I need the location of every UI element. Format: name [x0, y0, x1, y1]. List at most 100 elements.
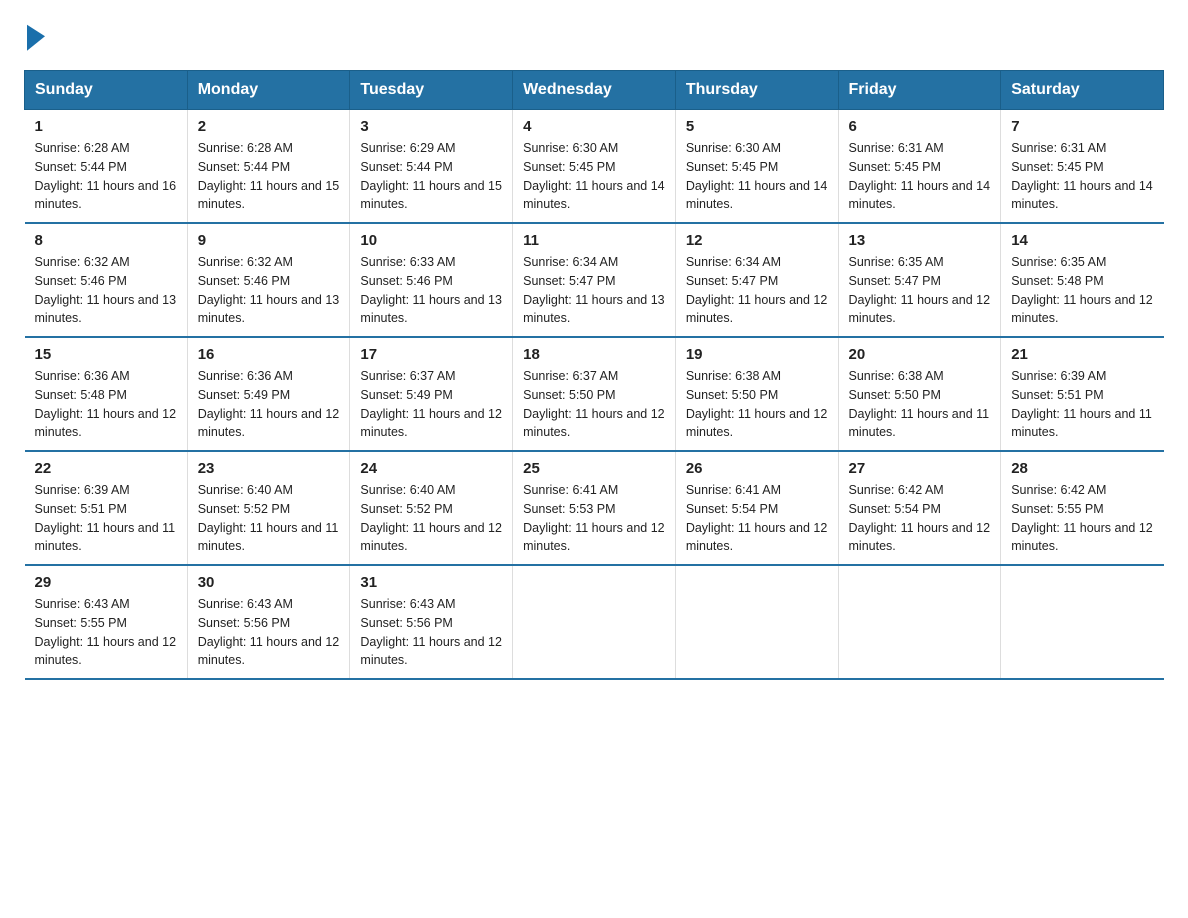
day-info: Sunrise: 6:32 AM Sunset: 5:46 PM Dayligh… [198, 253, 340, 328]
day-info: Sunrise: 6:43 AM Sunset: 5:55 PM Dayligh… [35, 595, 177, 670]
weekday-header-monday: Monday [187, 71, 350, 110]
calendar-cell: 17 Sunrise: 6:37 AM Sunset: 5:49 PM Dayl… [350, 337, 513, 451]
calendar-table: SundayMondayTuesdayWednesdayThursdayFrid… [24, 70, 1164, 680]
calendar-cell [513, 565, 676, 679]
day-number: 26 [686, 460, 828, 477]
weekday-header-wednesday: Wednesday [513, 71, 676, 110]
day-info: Sunrise: 6:39 AM Sunset: 5:51 PM Dayligh… [35, 481, 177, 556]
day-number: 2 [198, 118, 340, 135]
day-number: 13 [849, 232, 991, 249]
day-number: 25 [523, 460, 665, 477]
day-number: 12 [686, 232, 828, 249]
calendar-cell: 5 Sunrise: 6:30 AM Sunset: 5:45 PM Dayli… [675, 110, 838, 224]
calendar-cell: 10 Sunrise: 6:33 AM Sunset: 5:46 PM Dayl… [350, 223, 513, 337]
calendar-cell: 1 Sunrise: 6:28 AM Sunset: 5:44 PM Dayli… [25, 110, 188, 224]
day-info: Sunrise: 6:29 AM Sunset: 5:44 PM Dayligh… [360, 139, 502, 214]
calendar-cell: 19 Sunrise: 6:38 AM Sunset: 5:50 PM Dayl… [675, 337, 838, 451]
calendar-week-row: 1 Sunrise: 6:28 AM Sunset: 5:44 PM Dayli… [25, 110, 1164, 224]
day-info: Sunrise: 6:34 AM Sunset: 5:47 PM Dayligh… [686, 253, 828, 328]
day-info: Sunrise: 6:40 AM Sunset: 5:52 PM Dayligh… [198, 481, 340, 556]
page-header [24, 24, 1164, 50]
day-info: Sunrise: 6:28 AM Sunset: 5:44 PM Dayligh… [198, 139, 340, 214]
day-number: 4 [523, 118, 665, 135]
logo-triangle-icon [27, 23, 45, 51]
calendar-week-row: 8 Sunrise: 6:32 AM Sunset: 5:46 PM Dayli… [25, 223, 1164, 337]
day-number: 18 [523, 346, 665, 363]
day-number: 31 [360, 574, 502, 591]
weekday-header-friday: Friday [838, 71, 1001, 110]
day-number: 9 [198, 232, 340, 249]
day-number: 28 [1011, 460, 1153, 477]
calendar-cell: 23 Sunrise: 6:40 AM Sunset: 5:52 PM Dayl… [187, 451, 350, 565]
calendar-week-row: 15 Sunrise: 6:36 AM Sunset: 5:48 PM Dayl… [25, 337, 1164, 451]
day-number: 6 [849, 118, 991, 135]
day-info: Sunrise: 6:38 AM Sunset: 5:50 PM Dayligh… [849, 367, 991, 442]
logo-blue [24, 24, 45, 50]
day-info: Sunrise: 6:43 AM Sunset: 5:56 PM Dayligh… [198, 595, 340, 670]
weekday-header-row: SundayMondayTuesdayWednesdayThursdayFrid… [25, 71, 1164, 110]
day-info: Sunrise: 6:30 AM Sunset: 5:45 PM Dayligh… [523, 139, 665, 214]
day-number: 17 [360, 346, 502, 363]
day-info: Sunrise: 6:30 AM Sunset: 5:45 PM Dayligh… [686, 139, 828, 214]
calendar-cell: 8 Sunrise: 6:32 AM Sunset: 5:46 PM Dayli… [25, 223, 188, 337]
day-number: 10 [360, 232, 502, 249]
calendar-cell: 11 Sunrise: 6:34 AM Sunset: 5:47 PM Dayl… [513, 223, 676, 337]
day-number: 27 [849, 460, 991, 477]
calendar-cell: 26 Sunrise: 6:41 AM Sunset: 5:54 PM Dayl… [675, 451, 838, 565]
calendar-cell: 6 Sunrise: 6:31 AM Sunset: 5:45 PM Dayli… [838, 110, 1001, 224]
calendar-cell: 2 Sunrise: 6:28 AM Sunset: 5:44 PM Dayli… [187, 110, 350, 224]
day-info: Sunrise: 6:32 AM Sunset: 5:46 PM Dayligh… [35, 253, 177, 328]
day-number: 11 [523, 232, 665, 249]
day-info: Sunrise: 6:41 AM Sunset: 5:54 PM Dayligh… [686, 481, 828, 556]
day-info: Sunrise: 6:31 AM Sunset: 5:45 PM Dayligh… [1011, 139, 1153, 214]
calendar-cell: 27 Sunrise: 6:42 AM Sunset: 5:54 PM Dayl… [838, 451, 1001, 565]
day-info: Sunrise: 6:35 AM Sunset: 5:47 PM Dayligh… [849, 253, 991, 328]
day-info: Sunrise: 6:42 AM Sunset: 5:54 PM Dayligh… [849, 481, 991, 556]
weekday-header-saturday: Saturday [1001, 71, 1164, 110]
calendar-cell: 24 Sunrise: 6:40 AM Sunset: 5:52 PM Dayl… [350, 451, 513, 565]
calendar-cell: 21 Sunrise: 6:39 AM Sunset: 5:51 PM Dayl… [1001, 337, 1164, 451]
logo [24, 24, 45, 50]
calendar-cell: 15 Sunrise: 6:36 AM Sunset: 5:48 PM Dayl… [25, 337, 188, 451]
day-number: 3 [360, 118, 502, 135]
day-info: Sunrise: 6:37 AM Sunset: 5:50 PM Dayligh… [523, 367, 665, 442]
day-number: 8 [35, 232, 177, 249]
day-info: Sunrise: 6:36 AM Sunset: 5:49 PM Dayligh… [198, 367, 340, 442]
day-info: Sunrise: 6:36 AM Sunset: 5:48 PM Dayligh… [35, 367, 177, 442]
calendar-cell: 22 Sunrise: 6:39 AM Sunset: 5:51 PM Dayl… [25, 451, 188, 565]
day-number: 24 [360, 460, 502, 477]
day-number: 30 [198, 574, 340, 591]
day-number: 1 [35, 118, 177, 135]
weekday-header-sunday: Sunday [25, 71, 188, 110]
day-info: Sunrise: 6:40 AM Sunset: 5:52 PM Dayligh… [360, 481, 502, 556]
day-info: Sunrise: 6:38 AM Sunset: 5:50 PM Dayligh… [686, 367, 828, 442]
calendar-cell: 25 Sunrise: 6:41 AM Sunset: 5:53 PM Dayl… [513, 451, 676, 565]
weekday-header-thursday: Thursday [675, 71, 838, 110]
calendar-cell: 7 Sunrise: 6:31 AM Sunset: 5:45 PM Dayli… [1001, 110, 1164, 224]
day-info: Sunrise: 6:42 AM Sunset: 5:55 PM Dayligh… [1011, 481, 1153, 556]
calendar-cell: 28 Sunrise: 6:42 AM Sunset: 5:55 PM Dayl… [1001, 451, 1164, 565]
day-info: Sunrise: 6:35 AM Sunset: 5:48 PM Dayligh… [1011, 253, 1153, 328]
day-number: 23 [198, 460, 340, 477]
day-info: Sunrise: 6:41 AM Sunset: 5:53 PM Dayligh… [523, 481, 665, 556]
day-number: 19 [686, 346, 828, 363]
calendar-cell [838, 565, 1001, 679]
day-number: 21 [1011, 346, 1153, 363]
day-number: 14 [1011, 232, 1153, 249]
calendar-cell: 20 Sunrise: 6:38 AM Sunset: 5:50 PM Dayl… [838, 337, 1001, 451]
day-info: Sunrise: 6:43 AM Sunset: 5:56 PM Dayligh… [360, 595, 502, 670]
day-info: Sunrise: 6:31 AM Sunset: 5:45 PM Dayligh… [849, 139, 991, 214]
day-number: 22 [35, 460, 177, 477]
day-info: Sunrise: 6:39 AM Sunset: 5:51 PM Dayligh… [1011, 367, 1153, 442]
day-number: 29 [35, 574, 177, 591]
day-number: 16 [198, 346, 340, 363]
calendar-week-row: 22 Sunrise: 6:39 AM Sunset: 5:51 PM Dayl… [25, 451, 1164, 565]
day-number: 5 [686, 118, 828, 135]
day-number: 20 [849, 346, 991, 363]
calendar-cell: 14 Sunrise: 6:35 AM Sunset: 5:48 PM Dayl… [1001, 223, 1164, 337]
calendar-cell: 29 Sunrise: 6:43 AM Sunset: 5:55 PM Dayl… [25, 565, 188, 679]
calendar-cell [1001, 565, 1164, 679]
calendar-week-row: 29 Sunrise: 6:43 AM Sunset: 5:55 PM Dayl… [25, 565, 1164, 679]
calendar-cell: 3 Sunrise: 6:29 AM Sunset: 5:44 PM Dayli… [350, 110, 513, 224]
calendar-cell: 12 Sunrise: 6:34 AM Sunset: 5:47 PM Dayl… [675, 223, 838, 337]
